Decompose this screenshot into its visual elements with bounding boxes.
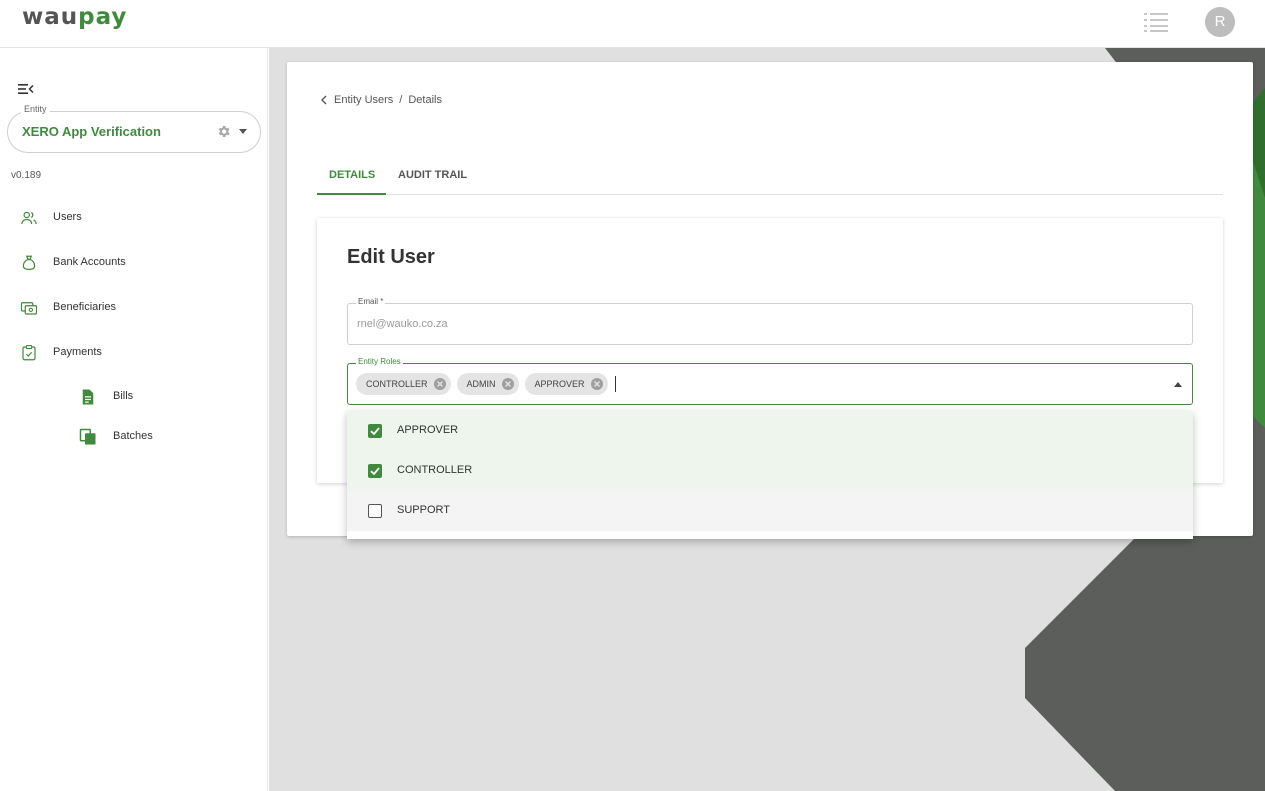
entity-selector[interactable]: Entity XERO App Verification xyxy=(7,104,261,153)
option-label: CONTROLLER xyxy=(397,464,473,476)
role-option-controller[interactable]: CONTROLLER xyxy=(347,451,1193,491)
remove-chip-icon[interactable] xyxy=(433,377,447,391)
gear-icon[interactable] xyxy=(216,124,231,139)
users-icon xyxy=(21,211,37,225)
logo-text-pay: pay xyxy=(78,4,128,30)
chip-label: APPROVER xyxy=(534,379,585,389)
role-chips: CONTROLLER ADMIN APPROVER xyxy=(356,373,616,395)
breadcrumb: Entity Users / Details xyxy=(319,94,442,106)
entity-label: Entity xyxy=(21,104,50,114)
text-cursor xyxy=(614,376,616,392)
breadcrumb-current: Details xyxy=(408,94,442,106)
remove-chip-icon[interactable] xyxy=(590,377,604,391)
role-option-support[interactable]: SUPPORT xyxy=(347,491,1193,531)
entity-roles-select[interactable]: Entity Roles CONTROLLER ADMIN APPROVER xyxy=(347,357,1193,405)
roles-dropdown-menu: APPROVER CONTROLLER SUPPORT xyxy=(347,411,1193,539)
user-avatar[interactable]: R xyxy=(1205,7,1235,37)
app-version: v0.189 xyxy=(11,170,42,181)
sidebar-item-label: Users xyxy=(53,211,82,223)
top-bar: waupay R xyxy=(0,0,1265,48)
sidebar-item-payments[interactable]: Payments xyxy=(0,335,267,371)
sidebar-item-users[interactable]: Users xyxy=(0,200,267,236)
sidebar-item-label: Batches xyxy=(113,430,153,442)
role-chip-admin: ADMIN xyxy=(456,373,519,395)
sidebar-item-label: Beneficiaries xyxy=(53,301,116,313)
checkbox-checked-icon[interactable] xyxy=(368,464,382,478)
entity-name: XERO App Verification xyxy=(22,124,161,139)
checkbox-unchecked-icon[interactable] xyxy=(368,504,382,518)
email-label: Email * xyxy=(356,297,386,306)
sidebar-item-label: Bank Accounts xyxy=(53,256,126,268)
remove-chip-icon[interactable] xyxy=(501,377,515,391)
copy-icon xyxy=(79,428,96,445)
breadcrumb-separator: / xyxy=(399,94,403,106)
chevron-up-icon[interactable] xyxy=(1174,382,1182,387)
chevron-down-icon[interactable] xyxy=(239,129,247,134)
tab-audit-trail[interactable]: AUDIT TRAIL xyxy=(398,169,467,195)
sidebar-item-label: Bills xyxy=(113,390,134,402)
document-icon xyxy=(82,389,94,405)
collapse-menu-icon[interactable] xyxy=(18,82,34,96)
chevron-left-icon[interactable] xyxy=(319,95,329,105)
sidebar-item-batches[interactable]: Batches xyxy=(0,419,267,455)
waupay-logo[interactable]: waupay xyxy=(22,4,127,30)
breadcrumb-entity-users[interactable]: Entity Users xyxy=(334,94,393,106)
chip-label: ADMIN xyxy=(466,379,496,389)
role-chip-approver: APPROVER xyxy=(524,373,608,395)
logo-text-wau: wau xyxy=(22,4,79,30)
email-field[interactable]: Email * rnel@wauko.co.za xyxy=(347,297,1193,345)
tab-bar: DETAILS AUDIT TRAIL xyxy=(317,162,1223,195)
payments-icon xyxy=(22,344,36,361)
option-label: SUPPORT xyxy=(397,504,450,516)
checkbox-checked-icon[interactable] xyxy=(368,424,382,438)
sidebar: Entity XERO App Verification v0.189 User… xyxy=(0,48,268,791)
list-menu-icon[interactable] xyxy=(1144,12,1168,32)
chip-label: CONTROLLER xyxy=(366,379,428,389)
sidebar-item-bills[interactable]: Bills xyxy=(0,379,267,415)
sidebar-item-bank-accounts[interactable]: Bank Accounts xyxy=(0,245,267,281)
role-option-approver[interactable]: APPROVER xyxy=(347,411,1193,451)
email-value: rnel@wauko.co.za xyxy=(357,318,448,330)
option-label: APPROVER xyxy=(397,424,459,436)
sidebar-item-beneficiaries[interactable]: Beneficiaries xyxy=(0,290,267,326)
entity-roles-label: Entity Roles xyxy=(356,357,403,366)
page-title: Edit User xyxy=(347,246,435,268)
sidebar-item-label: Payments xyxy=(53,346,102,358)
beneficiaries-icon xyxy=(20,302,38,315)
bank-bag-icon xyxy=(22,255,36,270)
role-chip-controller: CONTROLLER xyxy=(356,373,451,395)
tab-details[interactable]: DETAILS xyxy=(317,169,386,195)
